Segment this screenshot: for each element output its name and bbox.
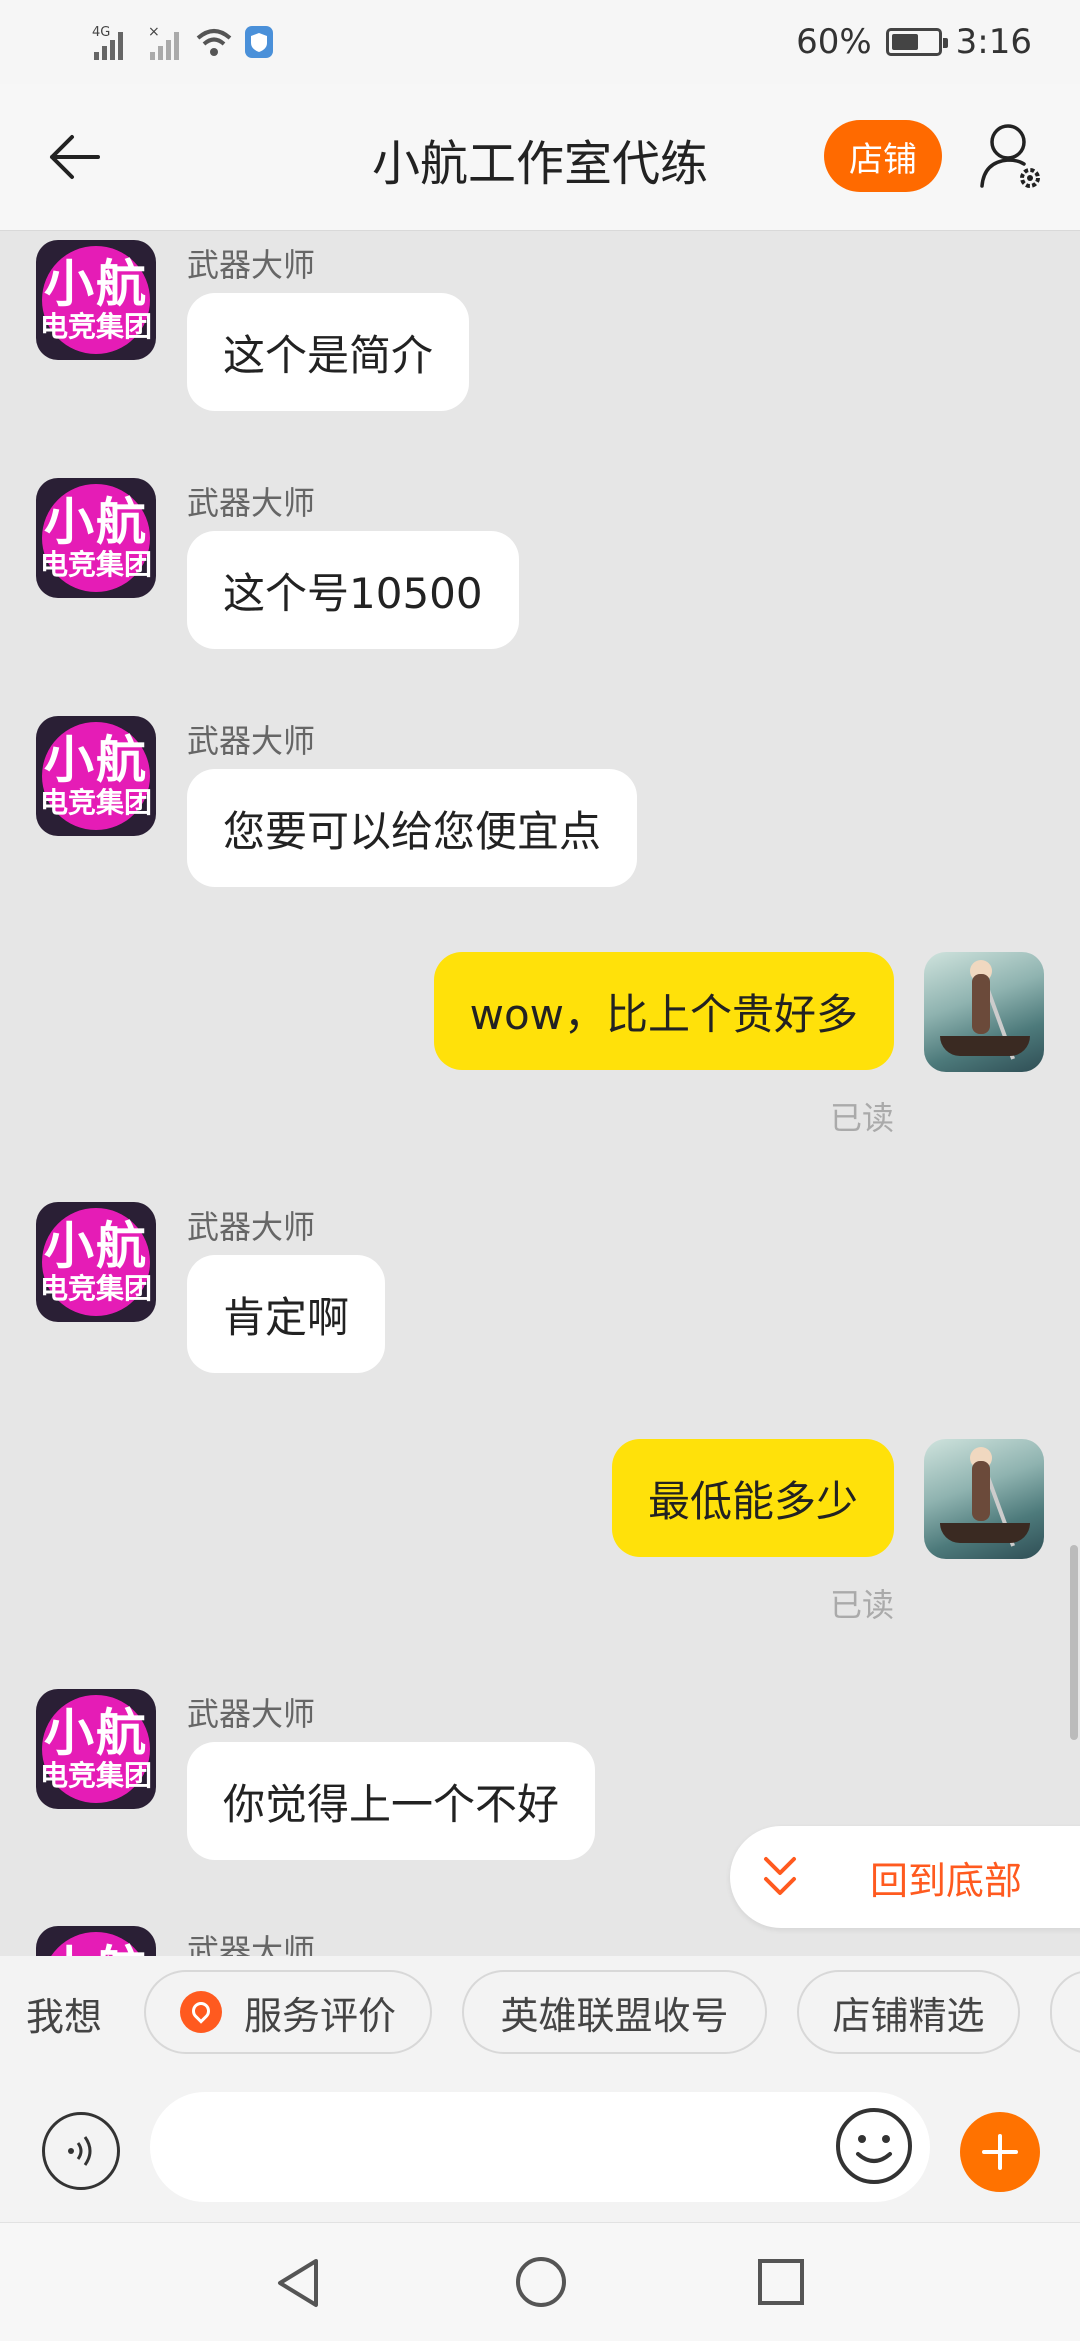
avatar-logo: 小航电竞集团: [40, 484, 152, 592]
sender-avatar[interactable]: 小航电竞集团: [36, 478, 156, 598]
chip-service-review[interactable]: 服务评价: [144, 1970, 432, 2054]
message-bubble-incoming[interactable]: 你觉得上一个不好: [187, 1742, 596, 1860]
sender-name: 武器大师: [187, 484, 316, 522]
quick-reply-bar: 我想 服务评价 英雄联盟收号 店铺精选: [0, 1956, 1080, 2060]
voice-icon: [68, 2136, 92, 2166]
avatar-logo: 小航电竞集团: [40, 1695, 152, 1803]
clock: 3:16: [955, 22, 1032, 62]
back-to-bottom-label: 回到底部: [870, 1858, 1023, 1903]
sender-avatar[interactable]: 小航电竞集团: [36, 240, 156, 360]
sender-name: 武器大师: [187, 1208, 316, 1246]
message-bubble-incoming[interactable]: 您要可以给您便宜点: [187, 769, 638, 887]
chat-header: 小航工作室代练 店铺: [0, 84, 1080, 231]
user-settings-icon[interactable]: [978, 120, 1046, 194]
avatar-logo: 小航电竞集团: [40, 722, 152, 830]
sender-name: 武器大师: [187, 246, 316, 284]
message-bubble-outgoing[interactable]: 最低能多少: [611, 1439, 894, 1557]
system-nav-bar: [0, 2222, 1080, 2341]
shop-button[interactable]: 店铺: [824, 120, 942, 192]
svg-text:4G: 4G: [92, 25, 110, 40]
sender-name: 武器大师: [187, 1695, 316, 1733]
scrollbar[interactable]: [1070, 1545, 1078, 1740]
chip-label: 服务评价: [243, 1993, 396, 2038]
battery-icon: [885, 28, 948, 56]
back-to-bottom-button[interactable]: 回到底部: [730, 1826, 1080, 1928]
quick-reply-prefix: 我想: [26, 1995, 103, 2039]
chip-shop-picks[interactable]: 店铺精选: [797, 1970, 1020, 2054]
battery-fill: [891, 34, 918, 50]
sender-avatar[interactable]: 小航电竞集团: [36, 1689, 156, 1809]
wifi-icon: [196, 29, 232, 56]
chip-label: 英雄联盟收号: [500, 1993, 729, 2038]
chip-more[interactable]: [1050, 1970, 1080, 2054]
avatar-logo: 小航电竞集团: [40, 246, 152, 354]
sender-avatar[interactable]: 小航电竞集团: [36, 1202, 156, 1322]
more-actions-button[interactable]: [960, 2112, 1040, 2192]
emoji-icon[interactable]: [834, 2106, 914, 2186]
nav-recents-icon[interactable]: [756, 2257, 806, 2307]
signal-4g-icon: 4G: [92, 25, 123, 60]
read-receipt: 已读: [829, 1586, 894, 1624]
status-bar: 4G × 60% 3:16: [0, 0, 1080, 84]
nav-home-icon[interactable]: [514, 2255, 568, 2309]
shield-icon: [245, 26, 273, 58]
message-bubble-incoming[interactable]: 肯定啊: [187, 1255, 386, 1373]
read-receipt: 已读: [829, 1099, 894, 1137]
nav-back-icon[interactable]: [272, 2255, 324, 2311]
chip-lol-account[interactable]: 英雄联盟收号: [462, 1970, 767, 2054]
status-right: 60% 3:16: [796, 20, 1032, 64]
message-bubble-incoming[interactable]: 这个号10500: [187, 531, 519, 649]
review-icon: [179, 1991, 222, 2033]
input-bar: [0, 2060, 1080, 2222]
battery-percent: 60%: [796, 22, 872, 62]
svg-text:×: ×: [148, 24, 160, 40]
self-avatar[interactable]: [924, 1439, 1044, 1559]
message-bubble-outgoing[interactable]: wow，比上个贵好多: [433, 952, 894, 1070]
status-icons: 4G ×: [92, 20, 274, 64]
sender-name: 武器大师: [187, 722, 316, 760]
sender-avatar[interactable]: 小航电竞集团: [36, 716, 156, 836]
message-input[interactable]: [150, 2092, 930, 2202]
avatar-logo: 小航电竞集团: [40, 1208, 152, 1316]
chip-label: 店铺精选: [832, 1993, 985, 2038]
plus-icon: [982, 2134, 1018, 2170]
signal-no-sim-icon: ×: [148, 24, 179, 60]
message-bubble-incoming[interactable]: 这个是简介: [187, 293, 470, 411]
self-avatar[interactable]: [924, 952, 1044, 1072]
double-chevron-down-icon: [764, 1857, 796, 1895]
voice-button[interactable]: [42, 2112, 120, 2190]
